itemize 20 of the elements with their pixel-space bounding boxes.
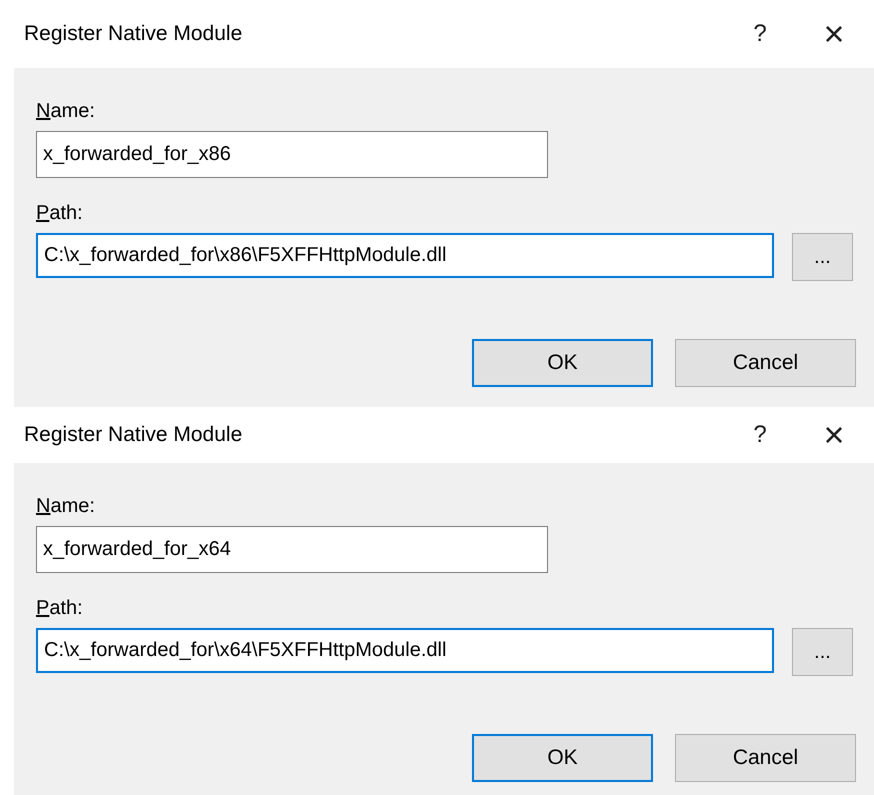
browse-button[interactable]: ... <box>792 628 853 676</box>
help-button[interactable]: ? <box>730 20 790 48</box>
cancel-button[interactable]: Cancel <box>675 339 856 387</box>
input-field[interactable]: x_forwarded_for_x86 <box>36 131 548 178</box>
browse-button[interactable]: ... <box>792 233 853 281</box>
help-button[interactable]: ? <box>730 421 790 449</box>
input-field[interactable]: C:\x_forwarded_for\x86\F5XFFHttpModule.dll <box>36 233 774 278</box>
close-button[interactable]: × <box>804 16 864 52</box>
input-field[interactable]: x_forwarded_for_x64 <box>36 526 548 573</box>
field-label: Path: <box>36 202 83 225</box>
field-label: Path: <box>36 597 83 620</box>
field-label: Name: <box>36 495 95 518</box>
cancel-button[interactable]: Cancel <box>675 734 856 782</box>
ok-button[interactable]: OK <box>472 339 653 387</box>
window-title: Register Native Module <box>24 22 244 46</box>
window-title: Register Native Module <box>24 423 244 447</box>
close-button[interactable]: × <box>804 417 864 453</box>
input-field[interactable]: C:\x_forwarded_for\x64\F5XFFHttpModule.dll <box>36 628 774 673</box>
field-label: Name: <box>36 100 95 123</box>
ok-button[interactable]: OK <box>472 734 653 782</box>
